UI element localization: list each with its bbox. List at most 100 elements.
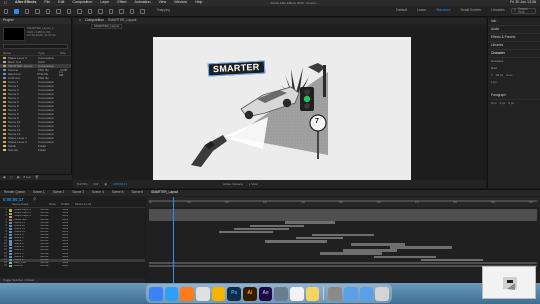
layer-mode-select[interactable]: Normal [40,265,51,268]
dock-photos-icon[interactable] [211,286,226,301]
label-color-swatch[interactable] [3,84,6,88]
project-item[interactable]: Hand.png PNG file 1.1 MB [0,71,71,76]
font-size-value[interactable]: 46 px [496,74,503,77]
layer-name[interactable]: Sounds [14,265,40,268]
camera-icon[interactable]: ◉ [104,182,107,186]
view-layout-select[interactable]: 1 View [249,182,258,186]
layer-label-swatch[interactable] [9,209,12,212]
menu-help[interactable]: Help [195,1,202,5]
layer-label-swatch[interactable] [9,255,12,259]
dock-after-effects-icon[interactable]: Ae [258,286,273,301]
puppet-tool-icon[interactable] [140,8,145,14]
dock-finder-icon[interactable] [149,286,163,301]
font-style-select[interactable]: Bold [491,67,497,70]
resolution-select[interactable]: Full [94,182,99,186]
menu-view[interactable]: View [158,1,166,5]
viewer-timecode[interactable]: 0;00;00;17 [113,182,127,186]
timeline-tab[interactable]: Render Queue [4,191,25,194]
label-color-swatch[interactable] [3,108,6,112]
indent-first-value[interactable]: 0 px [508,102,514,105]
column-name[interactable]: Name [3,51,38,55]
workspace-standard[interactable]: Standard [436,9,450,13]
composition-tab[interactable]: Composition [85,18,104,22]
dock-folder-icon[interactable] [344,286,358,301]
menu-effect[interactable]: Effect [117,1,126,5]
time-ruler[interactable]: 0s 01s 02s 03s 04s 05s 06s 07s 08s 09s 10s [147,197,540,207]
layer-label-swatch[interactable] [9,237,12,240]
label-color-swatch[interactable] [3,56,6,60]
shape-tool-icon[interactable] [77,8,82,14]
project-search-input[interactable] [3,44,68,49]
type-tool-icon[interactable] [98,8,103,14]
zoom-tool-icon[interactable] [35,8,40,14]
label-color-swatch[interactable] [3,128,6,132]
stamp-tool-icon[interactable] [119,8,124,14]
label-color-swatch[interactable] [3,144,6,148]
eraser-tool-icon[interactable] [129,8,135,14]
column-mode[interactable]: Mode [49,203,61,207]
label-color-swatch[interactable] [3,148,6,152]
workspace-default[interactable]: Default [396,9,407,13]
workspace-libraries[interactable]: Libraries [491,9,504,13]
column-parent[interactable]: Parent & Link [75,203,91,207]
layer-label-swatch[interactable] [9,249,12,252]
layer-label-swatch[interactable] [9,231,12,234]
dock-preview-icon[interactable] [274,286,289,301]
comp-flow-label[interactable]: SMARTER_Layout [91,24,123,29]
audio-panel-tab[interactable]: Audio [488,26,540,34]
label-color-swatch[interactable] [3,136,6,140]
layer-label-swatch[interactable] [9,224,12,228]
layer-duration-bar[interactable] [389,246,452,249]
rotate-tool-icon[interactable] [45,8,51,14]
timeline-tab[interactable]: Scene 1 [33,191,45,194]
label-color-swatch[interactable] [3,116,6,120]
layer-parent-select[interactable]: None [62,265,74,268]
interpret-footage-icon[interactable]: ▣ [3,176,6,179]
menu-edit[interactable]: Edit [58,1,64,5]
effects-presets-tab[interactable]: Effects & Presets [488,34,540,42]
brush-tool-icon[interactable] [108,8,114,14]
layer-label-swatch[interactable] [9,234,12,237]
label-color-swatch[interactable] [3,120,6,124]
layer-label-swatch[interactable] [9,252,12,255]
timeline-tab[interactable]: Scene 6 [131,191,143,194]
column-source-name[interactable]: Source Name [12,203,49,207]
label-color-swatch[interactable] [3,72,6,76]
label-color-swatch[interactable] [3,140,6,144]
dock-downloads-icon[interactable] [359,286,374,301]
playhead[interactable] [173,197,174,284]
composition-canvas[interactable]: SMARTER 7 [153,37,411,180]
timeline-search-icon[interactable]: ⚲ [34,198,37,202]
workspace-learn[interactable]: Learn [417,9,426,13]
composition-tab-name[interactable]: SMARTER_Layout [108,18,137,22]
menu-file[interactable]: File [44,1,50,5]
timeline-tab[interactable]: Scene 5 [112,191,124,194]
label-color-swatch[interactable] [3,96,6,100]
layer-row[interactable]: 19 Sounds Normal None [0,264,145,268]
label-color-swatch[interactable] [3,104,6,108]
pan-tool-icon[interactable] [66,8,72,14]
apple-icon[interactable]:  [4,1,7,5]
layer-duration-bar[interactable] [218,230,274,234]
trash-icon[interactable]: 🗑 [35,176,39,179]
dock-safari-icon[interactable] [164,286,179,301]
dock-firefox-icon[interactable] [180,286,195,301]
stroke-width-value[interactable]: 1 px [491,81,497,84]
zoom-select[interactable]: (12.5%) [77,182,88,186]
layer-duration-bar[interactable] [319,252,382,255]
new-comp-icon[interactable]: ▦ [17,176,20,179]
indent-left-value[interactable]: 0 px [491,102,497,105]
dock-photoshop-icon[interactable]: Ps [227,286,242,301]
bit-depth-label[interactable]: 8 bpc [24,176,31,179]
column-size[interactable]: Size [60,51,66,55]
app-menu[interactable]: After Effects [15,1,36,5]
label-color-swatch[interactable] [3,76,6,80]
label-color-swatch[interactable] [3,80,6,84]
column-trkmat[interactable]: TrkMat [61,203,75,207]
dock-calendar-icon[interactable] [290,286,304,301]
label-color-swatch[interactable] [3,92,6,96]
current-time-display[interactable]: 0;00;00;17 [3,197,24,202]
label-color-swatch[interactable] [3,112,6,116]
dock-trash-icon[interactable] [375,286,390,301]
label-color-swatch[interactable] [3,60,6,64]
